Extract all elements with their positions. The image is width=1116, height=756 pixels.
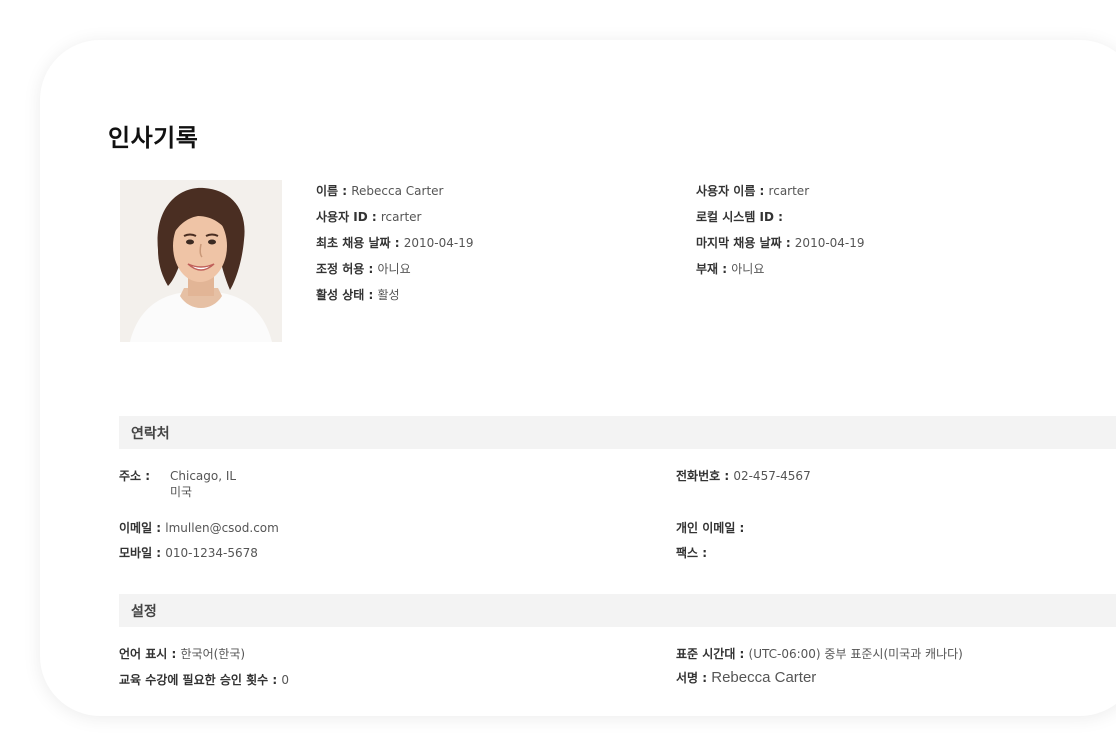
contact-section-header: 연락처 bbox=[119, 416, 1116, 449]
field-local-system-id-label: 로컬 시스템 ID : bbox=[696, 210, 783, 224]
field-personal-email-label: 개인 이메일 : bbox=[676, 521, 745, 535]
field-email-value[interactable]: lmullen@csod.com bbox=[165, 521, 279, 535]
field-active-status-label: 활성 상태 : bbox=[316, 288, 378, 302]
field-first-hire-date: 최초 채용 날짜 : 2010-04-19 bbox=[316, 235, 474, 251]
address-value: Chicago, IL 미국 bbox=[170, 468, 236, 500]
field-training-approvals: 교육 수강에 필요한 승인 횟수 : 0 bbox=[119, 672, 289, 688]
field-training-approvals-label: 교육 수강에 필요한 승인 횟수 : bbox=[119, 673, 282, 687]
field-personal-email: 개인 이메일 : bbox=[676, 520, 744, 536]
field-first-hire-date-label: 최초 채용 날짜 : bbox=[316, 236, 404, 250]
field-phone-label: 전화번호 : bbox=[676, 469, 734, 483]
field-signature-label: 서명 : bbox=[676, 671, 712, 685]
field-timezone-value: (UTC-06:00) 중부 표준시(미국과 캐나다) bbox=[748, 647, 963, 661]
avatar bbox=[120, 180, 282, 342]
field-username: 사용자 이름 : rcarter bbox=[696, 183, 809, 199]
field-signature: 서명 : Rebecca Carter bbox=[676, 670, 816, 686]
field-active-status: 활성 상태 : 활성 bbox=[316, 287, 400, 303]
field-language-label: 언어 표시 : bbox=[119, 647, 181, 661]
field-phone-value: 02-457-4567 bbox=[733, 469, 811, 483]
field-email-label: 이메일 : bbox=[119, 521, 166, 535]
field-email: 이메일 : lmullen@csod.com bbox=[119, 520, 279, 536]
field-mobile-label: 모바일 : bbox=[119, 546, 166, 560]
page-title: 인사기록 bbox=[108, 124, 199, 152]
field-absence-value: 아니요 bbox=[731, 262, 765, 276]
field-language: 언어 표시 : 한국어(한국) bbox=[119, 646, 245, 662]
field-adjustment-allowed-value: 아니요 bbox=[377, 262, 411, 276]
settings-section-header: 설정 bbox=[119, 594, 1116, 627]
field-user-id-value: rcarter bbox=[380, 210, 422, 224]
field-signature-value: Rebecca Carter bbox=[711, 669, 817, 686]
field-fax: 팩스 : bbox=[676, 545, 707, 561]
field-name-value: Rebecca Carter bbox=[351, 184, 444, 198]
field-local-system-id: 로컬 시스템 ID : bbox=[696, 209, 783, 225]
address-line-1: Chicago, IL bbox=[170, 469, 237, 483]
field-user-id-label: 사용자 ID : bbox=[316, 210, 381, 224]
field-mobile-value: 010-1234-5678 bbox=[165, 546, 258, 560]
field-active-status-value: 활성 bbox=[377, 288, 400, 302]
field-address: 주소 : bbox=[119, 468, 150, 484]
field-phone: 전화번호 : 02-457-4567 bbox=[676, 468, 811, 484]
field-user-id: 사용자 ID : rcarter bbox=[316, 209, 421, 225]
profile-photo bbox=[120, 180, 282, 342]
personnel-record-card: 인사기록 이름 : Rebecca Carter 사용자 ID: rcarte… bbox=[40, 40, 1116, 716]
field-fax-label: 팩스 : bbox=[676, 546, 708, 560]
settings-section-title: 설정 bbox=[131, 604, 157, 620]
field-last-hire-date: 마지막 채용 날짜 : 2010-04-19 bbox=[696, 235, 865, 251]
field-username-value: rcarter bbox=[768, 184, 810, 198]
field-adjustment-allowed-label: 조정 허용 : bbox=[316, 262, 378, 276]
field-timezone-label: 표준 시간대 : bbox=[676, 647, 749, 661]
field-training-approvals-value: 0 bbox=[281, 673, 289, 687]
field-name: 이름 : Rebecca Carter bbox=[316, 183, 443, 199]
field-absence-label: 부재 : bbox=[696, 262, 732, 276]
field-adjustment-allowed: 조정 허용 : 아니요 bbox=[316, 261, 411, 277]
field-name-label: 이름 : bbox=[316, 184, 352, 198]
field-absence: 부재 : 아니요 bbox=[696, 261, 764, 277]
field-language-value: 한국어(한국) bbox=[180, 647, 246, 661]
field-last-hire-date-value: 2010-04-19 bbox=[794, 236, 865, 250]
field-address-label: 주소 : bbox=[119, 469, 151, 483]
field-username-label: 사용자 이름 : bbox=[696, 184, 769, 198]
address-line-2: 미국 bbox=[170, 485, 193, 499]
field-first-hire-date-value: 2010-04-19 bbox=[403, 236, 474, 250]
contact-section-title: 연락처 bbox=[131, 426, 170, 442]
field-timezone: 표준 시간대 : (UTC-06:00) 중부 표준시(미국과 캐나다) bbox=[676, 646, 963, 662]
field-last-hire-date-label: 마지막 채용 날짜 : bbox=[696, 236, 795, 250]
field-mobile: 모바일 : 010-1234-5678 bbox=[119, 545, 258, 561]
